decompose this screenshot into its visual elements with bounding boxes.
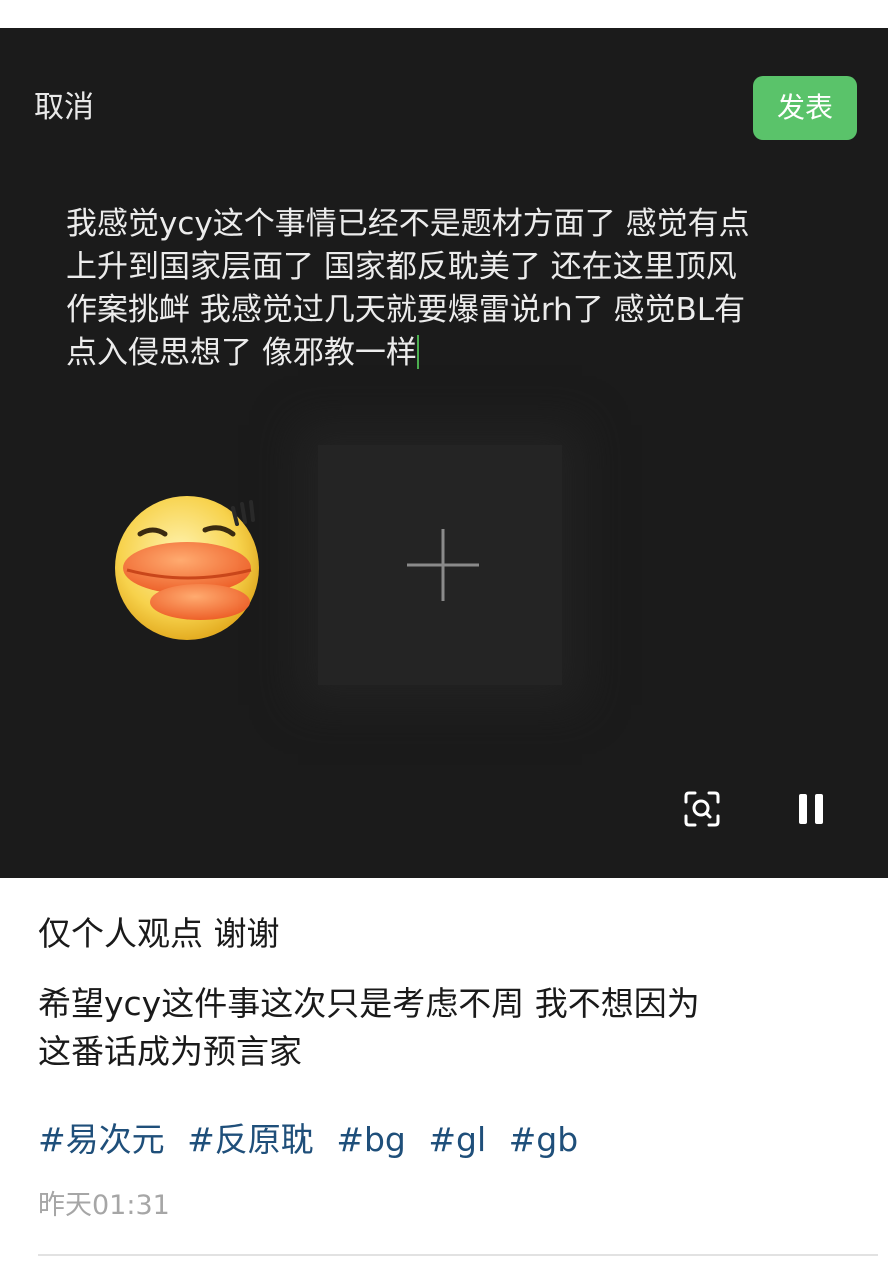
post-timestamp: 昨天01:31 [38,1190,170,1221]
scan-search-icon[interactable] [683,790,721,828]
post-line-1: 仅个人观点 谢谢 [38,914,280,953]
post-line-3: 这番话成为预言家 [38,1032,302,1071]
duck-face-sticker-icon [115,496,259,640]
hashtag-link[interactable]: #gl [428,1120,486,1159]
cancel-button[interactable]: 取消 [34,86,94,130]
pause-icon[interactable] [796,792,826,826]
draft-text: 我感觉ycy这个事情已经不是题材方面了 感觉有点 上升到国家层面了 国家都反耽美… [66,206,750,371]
publish-button[interactable]: 发表 [753,76,857,140]
hashtag-link[interactable]: #易次元 [38,1120,165,1159]
top-strip [0,0,888,28]
hashtag-link[interactable]: #gb [509,1120,579,1159]
text-cursor [416,335,419,369]
post-line-2: 希望ycy这件事这次只是考虑不周 我不想因为 [38,984,700,1023]
divider [38,1254,878,1256]
plus-icon [407,529,479,601]
post-body: 仅个人观点 谢谢 希望ycy这件事这次只是考虑不周 我不想因为 这番话成为预言家 [38,910,858,1076]
hashtag-link[interactable]: #反原耽 [187,1120,314,1159]
hashtag-link[interactable]: #bg [336,1120,406,1159]
compose-text-area[interactable]: 我感觉ycy这个事情已经不是题材方面了 感觉有点 上升到国家层面了 国家都反耽美… [66,203,826,375]
hashtag-list: #易次元 #反原耽 #bg #gl #gb [38,1116,590,1164]
